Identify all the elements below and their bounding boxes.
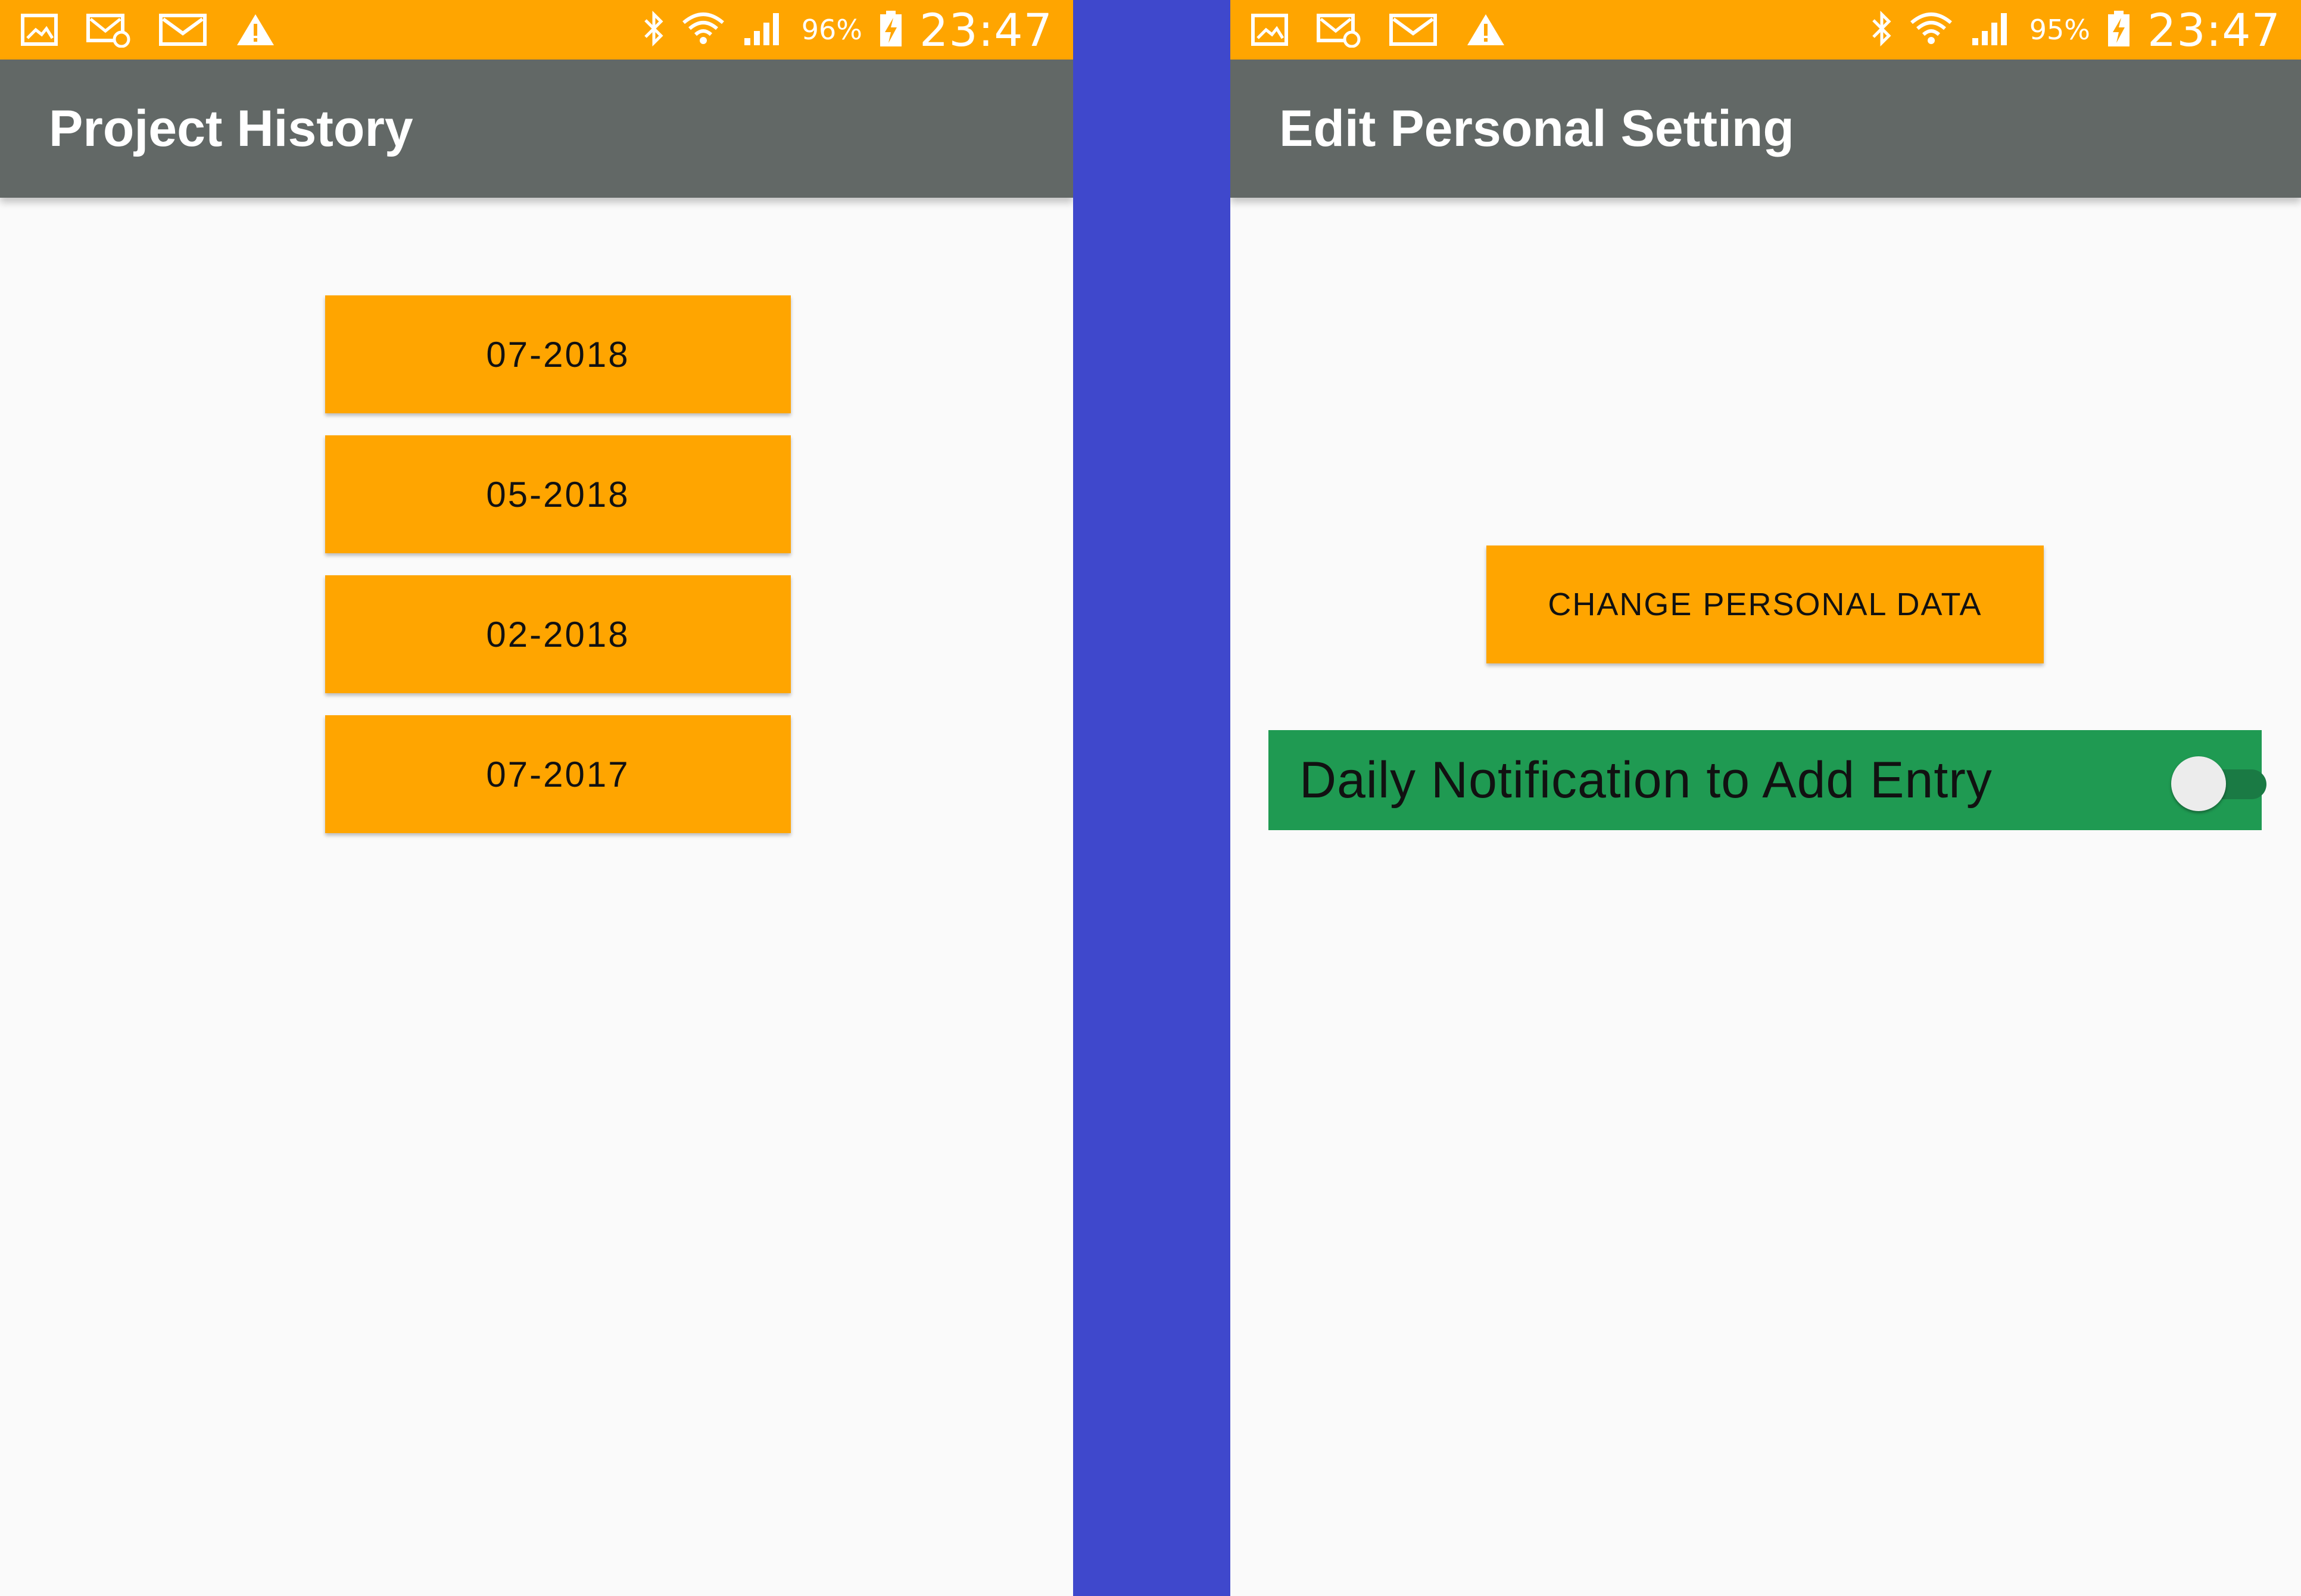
history-button-05-2018[interactable]: 05-2018 <box>325 435 791 553</box>
toggle-thumb <box>2171 756 2226 811</box>
signal-icon <box>741 10 786 51</box>
battery-charging-icon <box>878 10 904 51</box>
bluetooth-icon <box>1870 10 1894 51</box>
status-bar: 95% 23:47 <box>1230 0 2301 60</box>
battery-charging-icon <box>2106 10 2132 51</box>
mms-icon <box>1316 12 1361 48</box>
clock: 23:47 <box>2147 3 2281 57</box>
warning-icon <box>235 12 276 48</box>
edit-personal-setting-screen: 95% 23:47 Edit Personal Setting CHANGE P… <box>1230 0 2301 1596</box>
daily-notification-row: Daily Notification to Add Entry <box>1268 730 2266 830</box>
signal-icon <box>1969 10 2014 51</box>
page-title: Project History <box>49 100 413 157</box>
page-title: Edit Personal Setting <box>1279 100 1794 157</box>
history-button-07-2017[interactable]: 07-2017 <box>325 715 791 833</box>
email-icon <box>1389 13 1438 46</box>
daily-notification-toggle[interactable] <box>2171 754 2270 811</box>
history-button-02-2018[interactable]: 02-2018 <box>325 575 791 693</box>
app-bar: Project History <box>0 60 1073 198</box>
daily-notification-label: Daily Notification to Add Entry <box>1299 752 1993 809</box>
comparison-canvas: 96% 23:47 Project History 07-2018 05-201… <box>0 0 2301 1596</box>
battery-percentage: 95% <box>2029 14 2090 46</box>
project-history-screen: 96% 23:47 Project History 07-2018 05-201… <box>0 0 1073 1596</box>
status-bar: 96% 23:47 <box>0 0 1073 60</box>
email-icon <box>158 13 207 46</box>
mms-icon <box>86 12 131 48</box>
battery-percentage: 96% <box>801 14 862 46</box>
warning-icon <box>1465 12 1507 48</box>
change-personal-data-button[interactable]: CHANGE PERSONAL DATA <box>1486 545 2044 663</box>
history-button-07-2018[interactable]: 07-2018 <box>325 295 791 413</box>
wifi-icon <box>681 10 725 51</box>
clock: 23:47 <box>919 3 1053 57</box>
gallery-icon <box>1251 13 1289 46</box>
wifi-icon <box>1909 10 1953 51</box>
app-bar: Edit Personal Setting <box>1230 60 2301 198</box>
gallery-icon <box>20 13 58 46</box>
bluetooth-icon <box>642 10 666 51</box>
